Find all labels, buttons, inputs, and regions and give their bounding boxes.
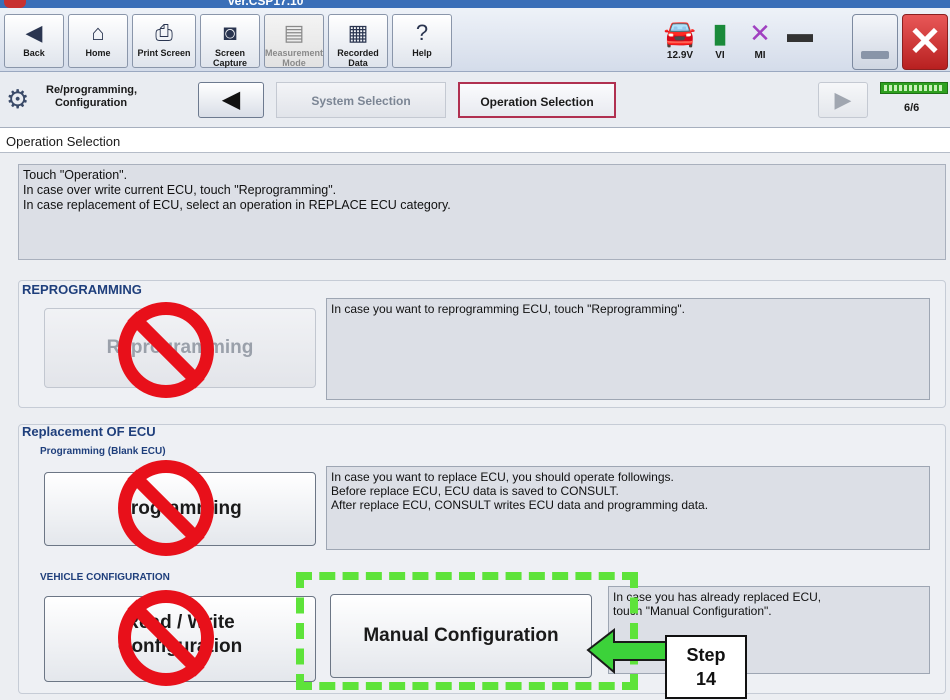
back-arrow-icon: ◀ — [25, 20, 43, 45]
close-icon: ✕ — [908, 20, 942, 64]
right-arrow-icon: ▶ — [834, 87, 852, 112]
print-screen-label: Print Screen — [137, 48, 191, 58]
instruction-line: Touch "Operation". — [23, 168, 128, 182]
app-version: ver.CSP17.10 — [228, 0, 304, 8]
help-label: Help — [412, 48, 432, 58]
printer-icon: ⎙ — [155, 20, 173, 45]
status-indicators: 🚘 12.9V ▮ VI ✕ MI ▬ — [660, 16, 820, 70]
screen-capture-label: Screen Capture — [212, 48, 247, 68]
recorded-data-button[interactable]: ▦ Recorded Data — [328, 14, 388, 68]
instruction-box: Touch "Operation". In case over write cu… — [18, 164, 946, 260]
step-word: Step — [686, 645, 726, 665]
signal-icon: ▮ — [712, 18, 728, 48]
home-label: Home — [85, 48, 111, 58]
close-button[interactable]: ✕ — [902, 14, 948, 70]
measurement-icon: ▤ — [283, 20, 305, 45]
manual-config-description-line: touch "Manual Configuration". — [613, 604, 772, 618]
replacement-group-title: Replacement OF ECU — [22, 424, 156, 439]
home-icon: ⌂ — [91, 20, 105, 45]
nav-back-button[interactable]: ◀ — [198, 82, 264, 118]
page-count: 6/6 — [904, 102, 920, 114]
home-button[interactable]: ⌂ Home — [68, 14, 128, 68]
measurement-mode-label: Measurement Mode — [265, 48, 324, 68]
navigation-bar: ⚙ Re/programming, Configuration ◀ System… — [0, 72, 950, 128]
recorded-data-icon: ▦ — [347, 20, 369, 45]
help-button[interactable]: ? Help — [392, 14, 452, 68]
pointer-arrow-icon — [586, 628, 669, 674]
device-status: ▬ — [780, 16, 820, 50]
vehicle-configuration-subtitle: VEHICLE CONFIGURATION — [40, 572, 170, 583]
nav-forward-button[interactable]: ▶ — [818, 82, 868, 118]
instruction-line: In case over write current ECU, touch "R… — [23, 183, 337, 197]
title-bar: ver.CSP17.10 — [0, 0, 950, 8]
programming-description-line: Before replace ECU, ECU data is saved to… — [331, 484, 619, 498]
instruction-line: In case replacement of ECU, select an op… — [23, 198, 451, 212]
measurement-mode-button[interactable]: ▤ Measurement Mode — [264, 14, 324, 68]
programming-description: In case you want to replace ECU, you sho… — [326, 466, 930, 550]
reprogramming-group-title: REPROGRAMMING — [22, 282, 142, 297]
mi-status: ✕ MI — [740, 16, 780, 61]
programming-description-line: In case you want to replace ECU, you sho… — [331, 470, 674, 484]
prohibited-icon — [118, 302, 214, 398]
back-label: Back — [23, 48, 45, 58]
prohibited-icon — [118, 460, 214, 556]
minimize-icon — [861, 51, 889, 59]
reprogramming-icon: ⚙ — [6, 84, 30, 114]
breadcrumb-system-selection[interactable]: System Selection — [276, 82, 446, 118]
recorded-data-label: Recorded Data — [337, 48, 379, 68]
screen-capture-button[interactable]: ◙ Screen Capture — [200, 14, 260, 68]
step-number: 14 — [695, 669, 717, 689]
nav-title: Re/programming, Configuration — [46, 84, 138, 109]
help-icon: ? — [415, 20, 429, 45]
reprogramming-description: In case you want to reprogramming ECU, t… — [326, 298, 930, 400]
mi-label: MI — [754, 50, 766, 61]
section-title: Operation Selection — [6, 134, 121, 149]
app-logo-icon — [4, 0, 26, 8]
print-screen-button[interactable]: ⎙ Print Screen — [132, 14, 196, 68]
step-label: Step 14 — [665, 635, 747, 699]
divider — [0, 152, 950, 153]
programming-subtitle: Programming (Blank ECU) — [40, 446, 166, 457]
prohibited-icon — [118, 590, 214, 686]
toolbar: ◀ Back ⌂ Home ⎙ Print Screen ◙ Screen Ca… — [0, 8, 950, 72]
minimize-button[interactable] — [852, 14, 898, 70]
battery-status: 🚘 12.9V — [660, 16, 700, 61]
manual-config-description-line: In case you has already replaced ECU, — [613, 590, 822, 604]
breadcrumb-operation-selection[interactable]: Operation Selection — [458, 82, 616, 118]
car-icon: 🚘 — [663, 18, 697, 48]
back-button[interactable]: ◀ Back — [4, 14, 64, 68]
vi-label: VI — [715, 50, 725, 61]
disconnected-icon: ✕ — [749, 18, 771, 48]
battery-voltage: 12.9V — [666, 50, 694, 61]
programming-description-line: After replace ECU, CONSULT writes ECU da… — [331, 498, 709, 512]
camera-icon: ◙ — [223, 20, 237, 45]
progress-indicator — [880, 82, 948, 94]
vi-status: ▮ VI — [700, 16, 740, 61]
left-arrow-icon: ◀ — [221, 86, 241, 113]
device-icon: ▬ — [787, 18, 813, 48]
